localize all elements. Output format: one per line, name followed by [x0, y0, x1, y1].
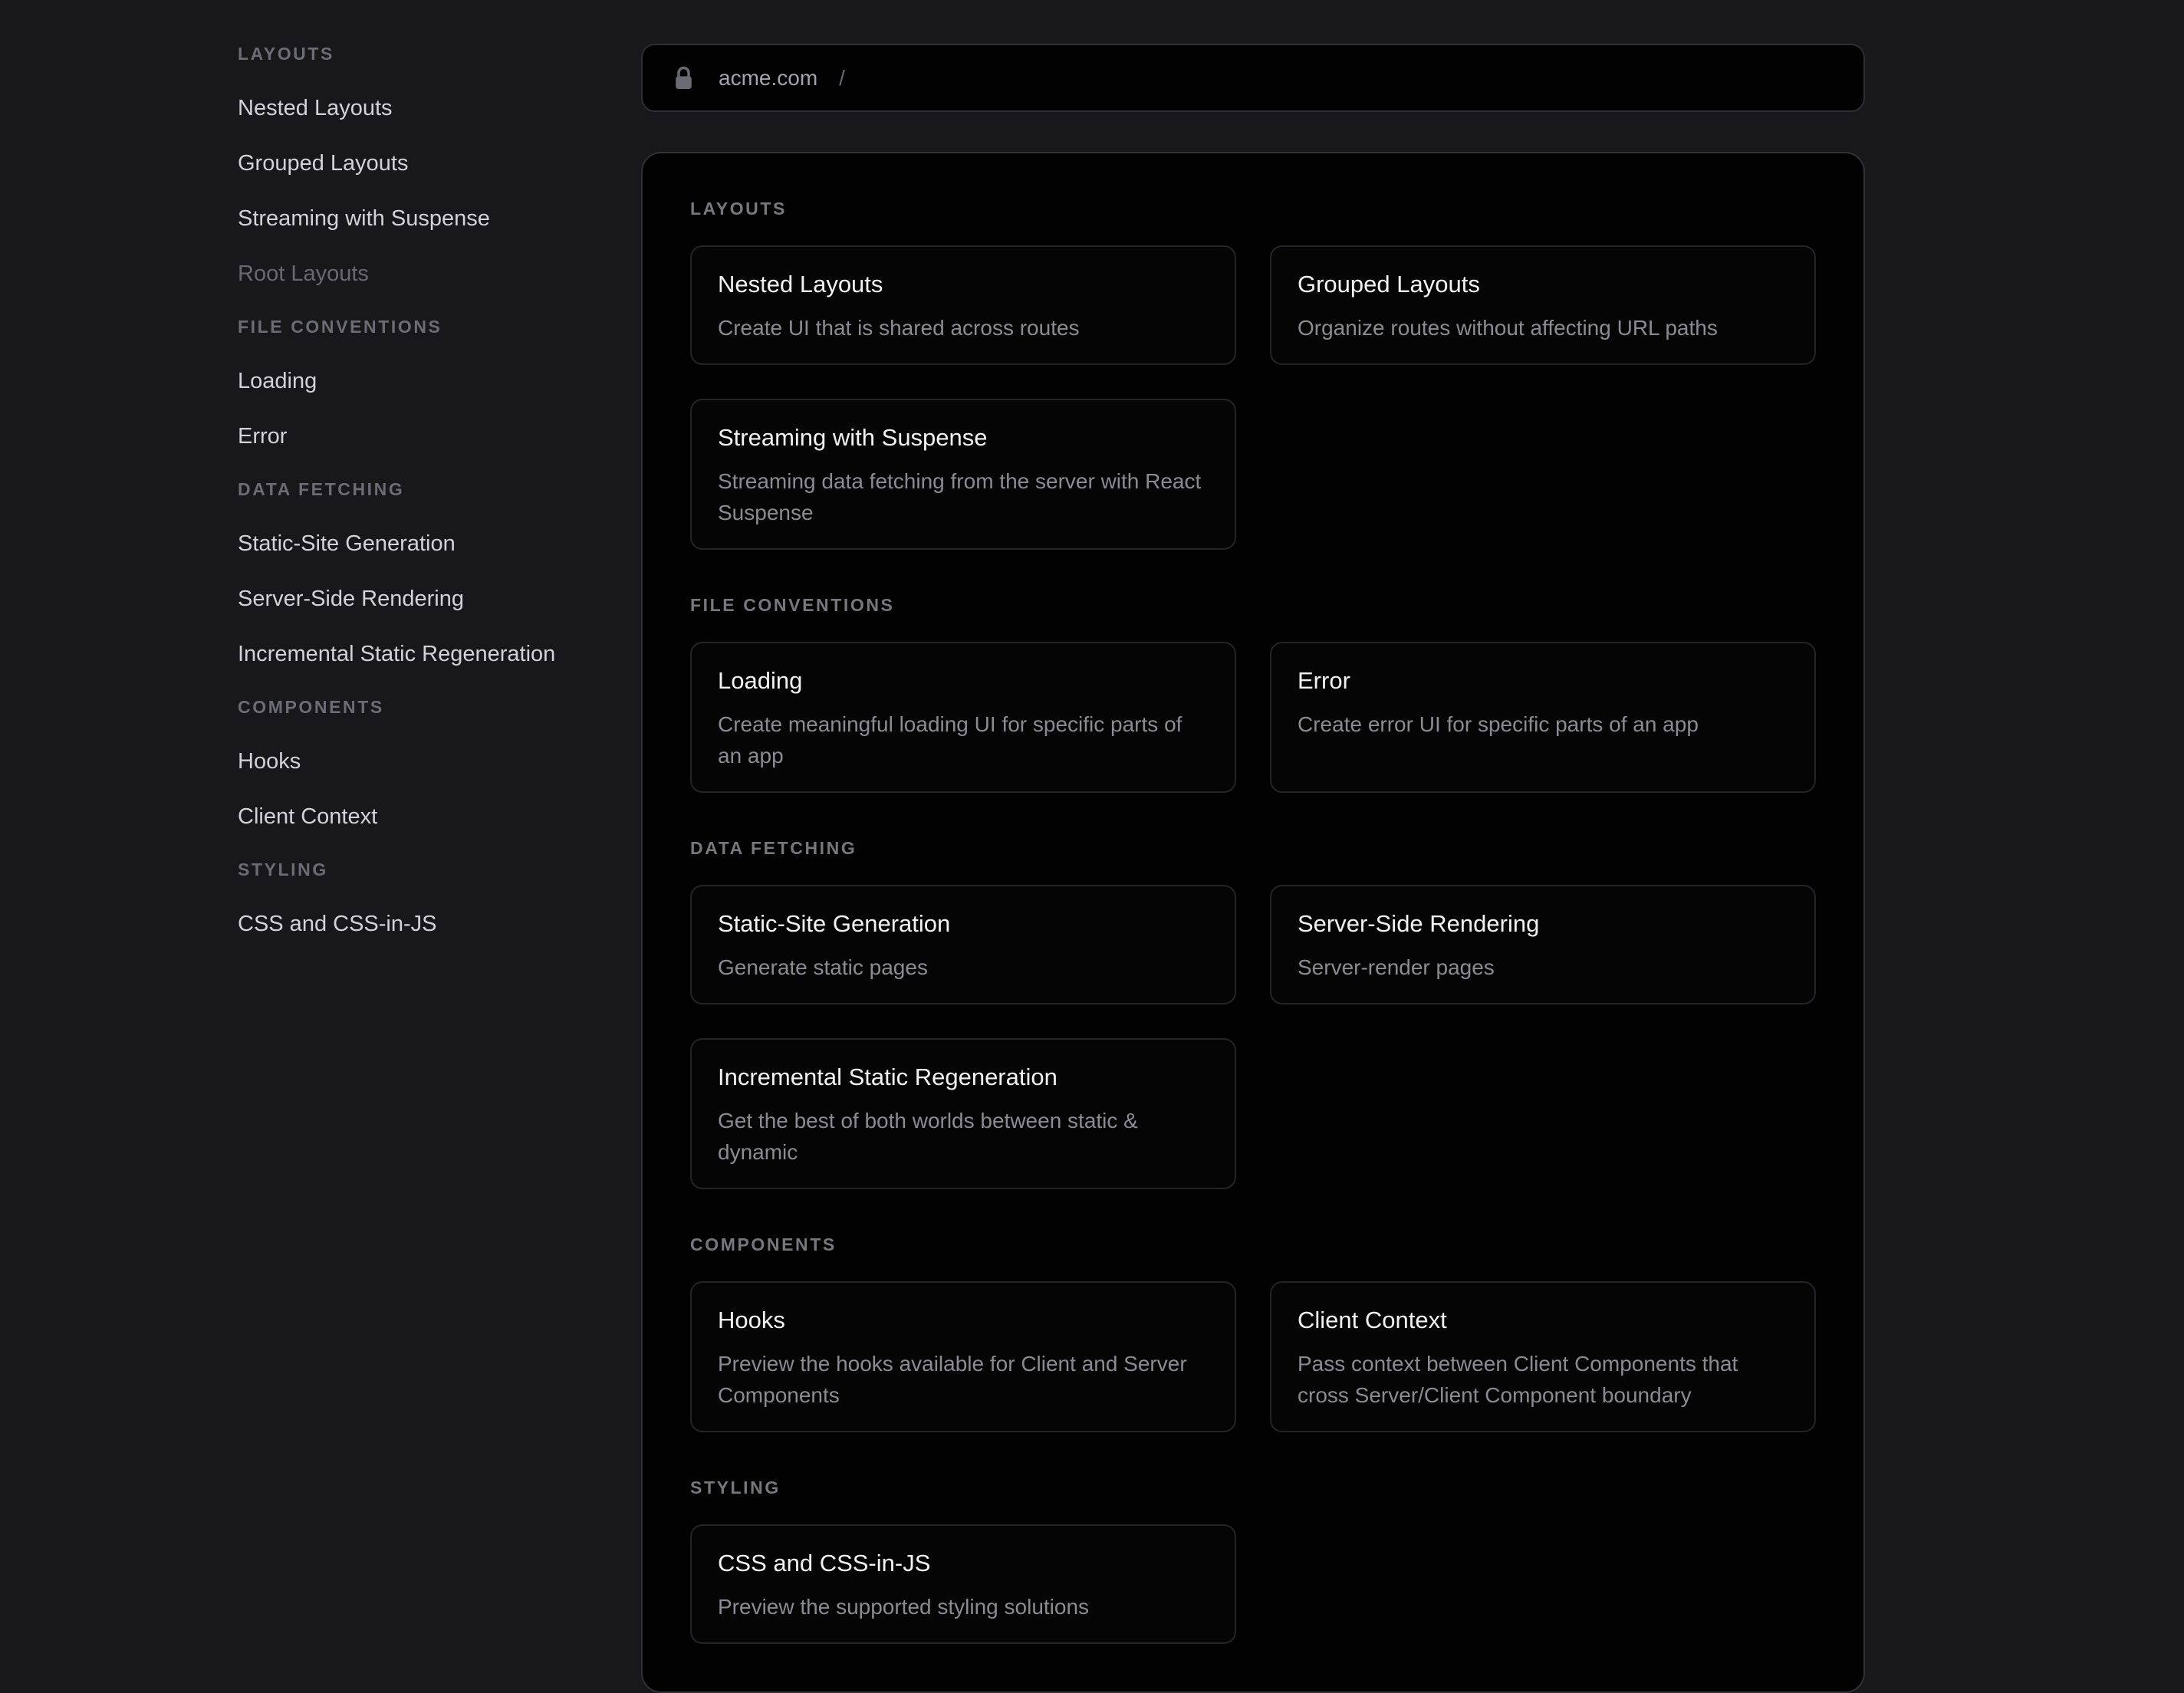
content-section: STYLING CSS and CSS-in-JS Preview the su…: [690, 1477, 1816, 1644]
feature-card-error[interactable]: Error Create error UI for specific parts…: [1270, 642, 1816, 793]
feature-card-title: Error: [1298, 666, 1788, 695]
feature-card-description: Create UI that is shared across routes: [718, 312, 1209, 344]
content-section: DATA FETCHING Static-Site Generation Gen…: [690, 837, 1816, 1189]
feature-card-title: Streaming with Suspense: [718, 423, 1209, 452]
feature-card-description: Streaming data fetching from the server …: [718, 465, 1209, 528]
feature-card-client-context[interactable]: Client Context Pass context between Clie…: [1270, 1281, 1816, 1432]
feature-card-description: Server-render pages: [1298, 952, 1788, 983]
feature-card-description: Generate static pages: [718, 952, 1209, 983]
content-section: LAYOUTS Nested Layouts Create UI that is…: [690, 198, 1816, 550]
feature-card-title: Client Context: [1298, 1306, 1788, 1334]
sidebar-item-streaming-with-suspense[interactable]: Streaming with Suspense: [238, 205, 613, 232]
sidebar-item-nested-layouts[interactable]: Nested Layouts: [238, 95, 613, 121]
feature-card-grouped-layouts[interactable]: Grouped Layouts Organize routes without …: [1270, 245, 1816, 365]
content-section-heading: COMPONENTS: [690, 1234, 1816, 1255]
feature-card-css-and-css-in-js[interactable]: CSS and CSS-in-JS Preview the supported …: [690, 1524, 1236, 1644]
feature-card-description: Create error UI for specific parts of an…: [1298, 708, 1788, 740]
sidebar-section: DATA FETCHING Static-Site Generation Serv…: [238, 478, 613, 667]
card-grid: Loading Create meaningful loading UI for…: [690, 642, 1816, 793]
content-section-heading: STYLING: [690, 1477, 1816, 1498]
sidebar-section: LAYOUTS Nested Layouts Grouped Layouts Str…: [238, 43, 613, 287]
content-panel: LAYOUTS Nested Layouts Create UI that is…: [641, 152, 1865, 1693]
sidebar-section-heading: COMPONENTS: [238, 696, 613, 718]
sidebar-section: STYLING CSS and CSS-in-JS: [238, 859, 613, 937]
feature-card-incremental-static-regeneration[interactable]: Incremental Static Regeneration Get the …: [690, 1038, 1236, 1189]
app-root: { "colors": { "page_bg": "#18181a", "pan…: [0, 0, 2184, 1599]
feature-card-static-site-generation[interactable]: Static-Site Generation Generate static p…: [690, 885, 1236, 1004]
sidebar-section-items: Hooks Client Context: [238, 748, 613, 830]
feature-card-description: Get the best of both worlds between stat…: [718, 1105, 1209, 1168]
feature-card-title: Grouped Layouts: [1298, 270, 1788, 298]
lock-icon: [673, 66, 694, 90]
content-section: COMPONENTS Hooks Preview the hooks avail…: [690, 1234, 1816, 1432]
content-section-heading: FILE CONVENTIONS: [690, 594, 1816, 616]
sidebar-item-grouped-layouts[interactable]: Grouped Layouts: [238, 150, 613, 176]
feature-card-title: Static-Site Generation: [718, 909, 1209, 938]
sidebar-item-error[interactable]: Error: [238, 423, 613, 449]
sidebar-item-loading[interactable]: Loading: [238, 368, 613, 394]
sidebar-section-items: Loading Error: [238, 368, 613, 449]
sidebar-section-heading: LAYOUTS: [238, 43, 613, 64]
sidebar-section: COMPONENTS Hooks Client Context: [238, 696, 613, 830]
sidebar-item-hooks[interactable]: Hooks: [238, 748, 613, 774]
feature-card-title: Server-Side Rendering: [1298, 909, 1788, 938]
feature-card-title: Hooks: [718, 1306, 1209, 1334]
sidebar-section-heading: STYLING: [238, 859, 613, 880]
feature-card-title: Incremental Static Regeneration: [718, 1063, 1209, 1091]
feature-card-title: Loading: [718, 666, 1209, 695]
content-section-heading: LAYOUTS: [690, 198, 1816, 219]
sidebar-section-items: Nested Layouts Grouped Layouts Streaming w…: [238, 95, 613, 287]
sidebar-item-server-side-rendering[interactable]: Server-Side Rendering: [238, 586, 613, 612]
card-grid: CSS and CSS-in-JS Preview the supported …: [690, 1524, 1816, 1644]
sidebar-item-incremental-static-regeneration[interactable]: Incremental Static Regeneration: [238, 641, 613, 667]
sidebar-section-heading: DATA FETCHING: [238, 478, 613, 500]
card-grid: Nested Layouts Create UI that is shared …: [690, 245, 1816, 550]
sidebar-section-items: Static-Site Generation Server-Side Render…: [238, 531, 613, 667]
feature-card-description: Organize routes without affecting URL pa…: [1298, 312, 1788, 344]
card-grid: Hooks Preview the hooks available for Cl…: [690, 1281, 1816, 1432]
feature-card-description: Preview the supported styling solutions: [718, 1591, 1209, 1622]
sidebar-item-client-context[interactable]: Client Context: [238, 804, 613, 830]
url-path: /: [839, 66, 845, 90]
content-section: FILE CONVENTIONS Loading Create meaningf…: [690, 594, 1816, 793]
sidebar-section-items: CSS and CSS-in-JS: [238, 911, 613, 937]
sidebar-section-heading: FILE CONVENTIONS: [238, 316, 613, 337]
url-domain: acme.com: [719, 66, 817, 90]
sidebar-item-root-layouts[interactable]: Root Layouts: [238, 261, 613, 287]
feature-card-description: Create meaningful loading UI for specifi…: [718, 708, 1209, 771]
content-section-heading: DATA FETCHING: [690, 837, 1816, 859]
feature-card-nested-layouts[interactable]: Nested Layouts Create UI that is shared …: [690, 245, 1236, 365]
feature-card-title: Nested Layouts: [718, 270, 1209, 298]
sidebar-item-static-site-generation[interactable]: Static-Site Generation: [238, 531, 613, 557]
card-grid: Static-Site Generation Generate static p…: [690, 885, 1816, 1189]
feature-card-title: CSS and CSS-in-JS: [718, 1549, 1209, 1577]
feature-card-description: Preview the hooks available for Client a…: [718, 1348, 1209, 1411]
feature-card-description: Pass context between Client Components t…: [1298, 1348, 1788, 1411]
feature-card-server-side-rendering[interactable]: Server-Side Rendering Server-render page…: [1270, 885, 1816, 1004]
feature-card-streaming-with-suspense[interactable]: Streaming with Suspense Streaming data f…: [690, 399, 1236, 550]
address-bar[interactable]: acme.com /: [641, 44, 1865, 112]
sidebar-item-css-and-css-in-js[interactable]: CSS and CSS-in-JS: [238, 911, 613, 937]
sidebar-section: FILE CONVENTIONS Loading Error: [238, 316, 613, 449]
sidebar: LAYOUTS Nested Layouts Grouped Layouts Str…: [238, 43, 613, 966]
feature-card-loading[interactable]: Loading Create meaningful loading UI for…: [690, 642, 1236, 793]
feature-card-hooks[interactable]: Hooks Preview the hooks available for Cl…: [690, 1281, 1236, 1432]
